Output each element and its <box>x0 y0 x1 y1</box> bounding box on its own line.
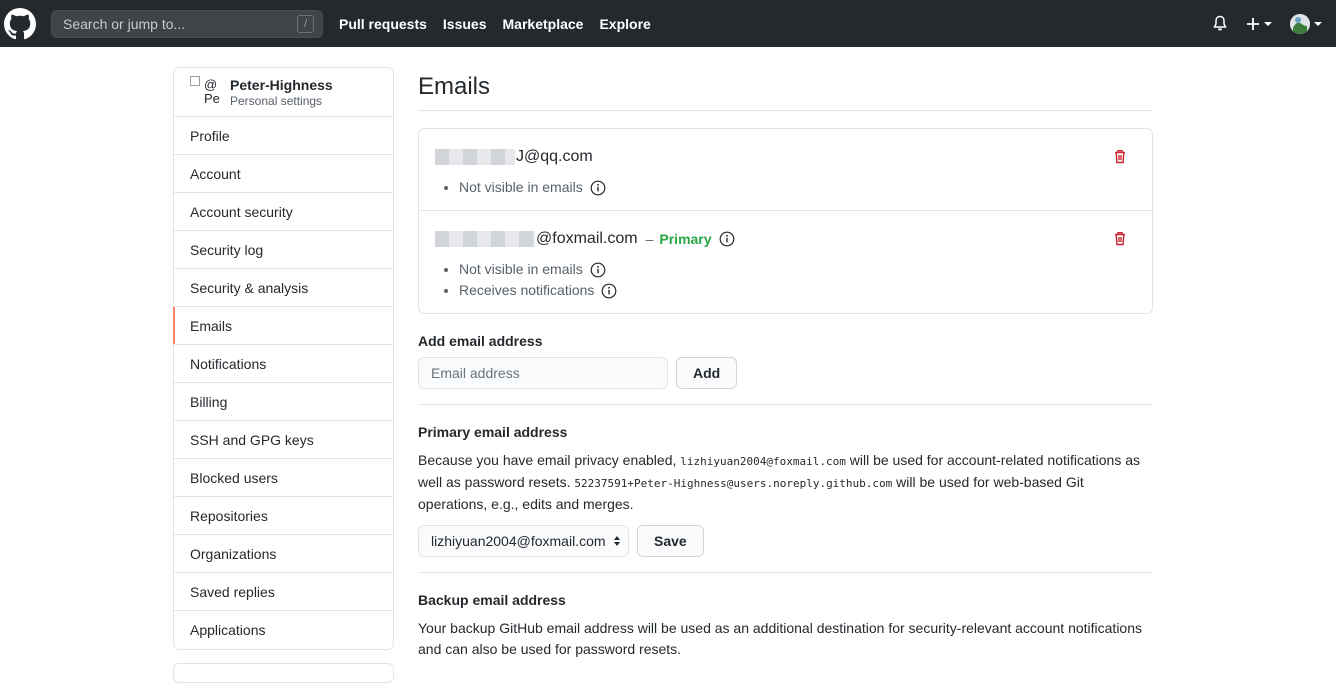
sidebar-item-ssh-gpg-keys[interactable]: SSH and GPG keys <box>174 421 393 459</box>
backup-email-heading: Backup email address <box>418 592 566 608</box>
trash-icon <box>1115 232 1125 246</box>
sidebar-user-name: Peter-Highness <box>230 76 333 93</box>
sidebar-item-security-log[interactable]: Security log <box>174 231 393 269</box>
sidebar-item-security-analysis[interactable]: Security & analysis <box>174 269 393 307</box>
add-email-section: Add email address Add <box>418 333 1153 405</box>
chevron-down-icon <box>1314 21 1322 26</box>
save-primary-email-button[interactable]: Save <box>637 525 704 557</box>
avatar <box>1290 13 1310 34</box>
add-email-form: Add <box>418 357 1153 405</box>
backup-email-description: Your backup GitHub email address will be… <box>418 620 1143 657</box>
primary-email-description: Because you have email privacy enabled, … <box>418 452 1141 512</box>
email-note: Not visible in emails <box>459 259 1136 280</box>
sidebar-user-header[interactable]: @Pe Peter-Highness Personal settings <box>174 68 393 117</box>
email-note: Not visible in emails <box>459 177 1136 198</box>
sidebar-user-subtitle: Personal settings <box>230 93 323 108</box>
add-email-heading: Add email address <box>418 333 543 349</box>
info-icon[interactable] <box>601 283 617 299</box>
primary-separator: – <box>645 231 654 247</box>
sidebar-item-saved-replies[interactable]: Saved replies <box>174 573 393 611</box>
email-note: Receives notifications <box>459 280 1136 301</box>
avatar-alt-text: @Pe <box>204 77 220 106</box>
sidebar-item-account[interactable]: Account <box>174 155 393 193</box>
nav-issues[interactable]: Issues <box>443 16 487 32</box>
select-arrows-icon <box>614 536 620 546</box>
search-input[interactable]: Search or jump to... / <box>51 9 323 38</box>
primary-email-select[interactable]: lizhiyuan2004@foxmail.com <box>418 525 629 557</box>
nav-marketplace[interactable]: Marketplace <box>503 16 584 32</box>
info-icon[interactable] <box>590 262 606 278</box>
chevron-down-icon <box>1264 21 1272 26</box>
plus-icon <box>1247 17 1259 30</box>
primary-email-section: Primary email address Because you have e… <box>418 405 1153 573</box>
primary-email-code: lizhiyuan2004@foxmail.com <box>680 455 846 468</box>
broken-image-icon <box>190 76 200 86</box>
email-list-item: J@qq.com Not visible in emails <box>419 129 1152 211</box>
primary-email-heading: Primary email address <box>418 424 568 440</box>
sidebar-item-emails[interactable]: Emails <box>173 307 393 345</box>
primary-label: Primary <box>659 231 712 247</box>
github-logo-icon[interactable] <box>3 7 37 41</box>
trash-icon <box>1115 150 1125 164</box>
page-title: Emails <box>418 67 1153 111</box>
sidebar-item-billing[interactable]: Billing <box>174 383 393 421</box>
redacted-email-prefix <box>435 149 515 165</box>
sidebar-item-profile[interactable]: Profile <box>174 117 393 155</box>
info-icon[interactable] <box>590 180 606 196</box>
create-new-dropdown[interactable] <box>1246 17 1272 31</box>
sidebar-item-account-security[interactable]: Account security <box>174 193 393 231</box>
sidebar-item-repositories[interactable]: Repositories <box>174 497 393 535</box>
sidebar-item-blocked-users[interactable]: Blocked users <box>174 459 393 497</box>
user-menu-dropdown[interactable] <box>1290 13 1322 34</box>
sidebar-item-organizations[interactable]: Organizations <box>174 535 393 573</box>
settings-sidebar: @Pe Peter-Highness Personal settings Pro… <box>173 67 394 650</box>
primary-email-select-value: lizhiyuan2004@foxmail.com <box>431 533 606 549</box>
email-address-input[interactable] <box>418 357 668 389</box>
nav-explore[interactable]: Explore <box>599 16 650 32</box>
sidebar-secondary-box <box>173 663 394 683</box>
sidebar-item-notifications[interactable]: Notifications <box>174 345 393 383</box>
header-actions <box>1194 0 1322 47</box>
noreply-email-code: 52237591+Peter-Highness@users.noreply.gi… <box>574 477 893 490</box>
info-icon[interactable] <box>719 231 735 247</box>
backup-email-section: Backup email address Your backup GitHub … <box>418 573 1153 660</box>
email-list: J@qq.com Not visible in emails @foxmail.… <box>418 128 1153 314</box>
add-email-button[interactable]: Add <box>676 357 738 389</box>
sidebar-item-applications[interactable]: Applications <box>174 611 393 649</box>
delete-email-button[interactable] <box>1114 231 1126 249</box>
search-placeholder: Search or jump to... <box>63 15 186 32</box>
global-header: Search or jump to... / Pull requests Iss… <box>0 0 1336 47</box>
main-content: Emails J@qq.com Not visible in emails @f… <box>418 67 1153 660</box>
delete-email-button[interactable] <box>1114 149 1126 167</box>
redacted-email-prefix <box>435 231 535 247</box>
slash-shortcut-key: / <box>297 14 314 33</box>
email-list-item: @foxmail.com – Primary Not visible in em… <box>419 211 1152 313</box>
avatar: @Pe <box>190 76 222 108</box>
notifications-bell-icon[interactable] <box>1212 15 1228 32</box>
email-address: @foxmail.com <box>536 230 638 247</box>
nav-pull-requests[interactable]: Pull requests <box>339 16 427 32</box>
email-address: J@qq.com <box>516 148 593 165</box>
